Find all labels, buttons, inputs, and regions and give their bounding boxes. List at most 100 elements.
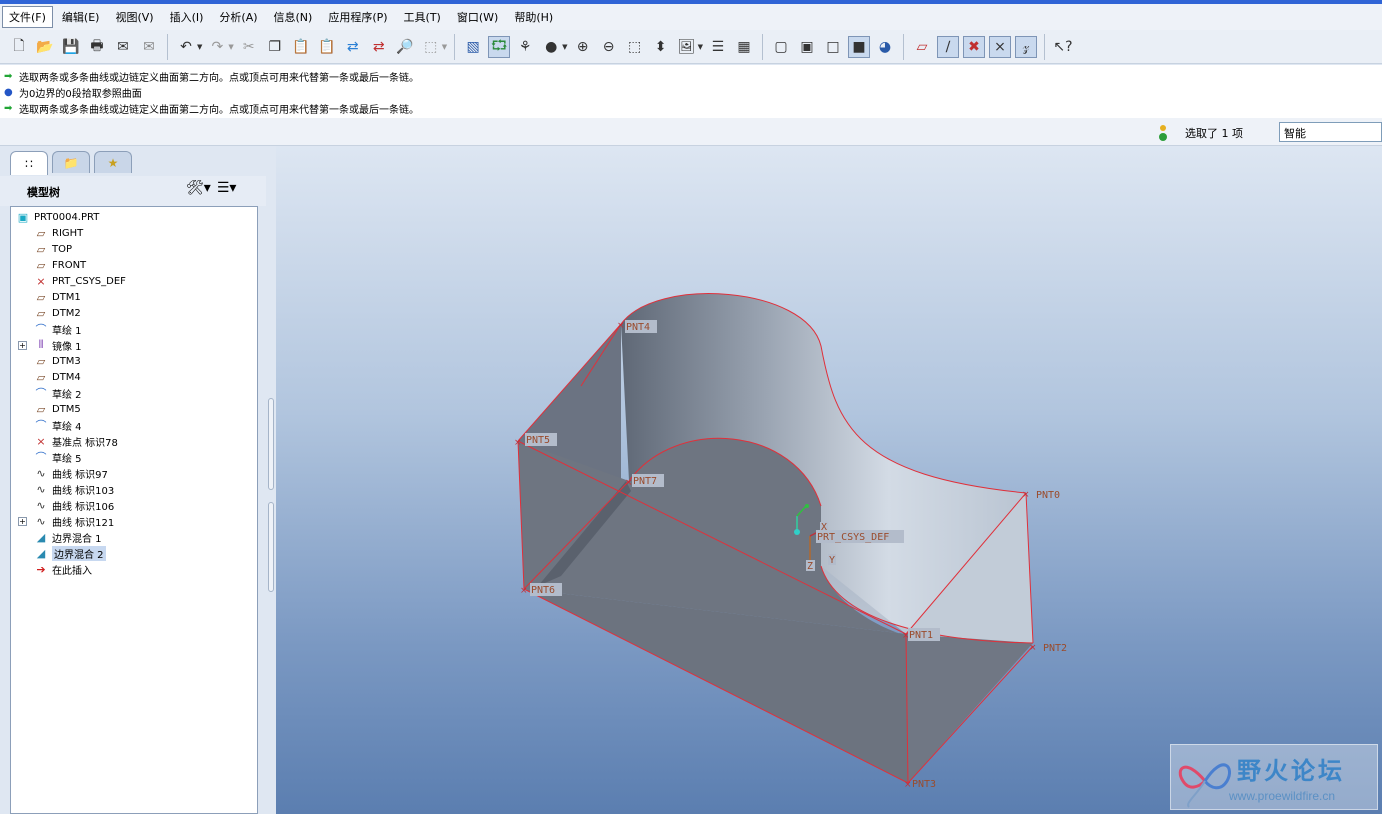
tree-item[interactable]: ▱ RIGHT	[11, 225, 257, 241]
datum-point-pnt5[interactable]: × PNT5	[514, 433, 557, 448]
tree-item[interactable]: ▱ DTM3	[11, 353, 257, 369]
paste-special-icon[interactable]: 📋	[316, 36, 338, 58]
tree-item[interactable]: × 基准点 标识78	[11, 433, 257, 449]
tab-folder-browser[interactable]: 📁	[52, 151, 90, 173]
open-folder-icon[interactable]: 📂	[34, 36, 56, 58]
tree-item[interactable]: ∿ 曲线 标识106	[11, 497, 257, 513]
tree-item[interactable]: + ∿ 曲线 标识121	[11, 513, 257, 529]
sash-handle[interactable]	[268, 502, 274, 592]
datum-point-pnt3[interactable]: × PNT3	[904, 779, 936, 790]
send-mail-icon[interactable]: ✉	[112, 36, 134, 58]
tab-model-tree[interactable]: ∷	[10, 151, 48, 175]
model-view[interactable]: X Y Z PRT_CSYS_DEF × PNT4 × PNT5 × PNT7 …	[276, 146, 1382, 814]
appearance-icon[interactable]: ●	[540, 36, 562, 58]
menu-file[interactable]: 文件(F)	[2, 6, 53, 28]
undo-dropdown-icon[interactable]: ▼	[197, 43, 202, 51]
menu-info[interactable]: 信息(N)	[267, 6, 320, 28]
tree-item[interactable]: ⨯ PRT_CSYS_DEF	[11, 273, 257, 289]
tree-item[interactable]: ▱ FRONT	[11, 257, 257, 273]
refit-icon[interactable]: ⬚	[624, 36, 646, 58]
menu-edit[interactable]: 编辑(E)	[55, 6, 107, 28]
repaint-icon[interactable]: ▧	[462, 36, 484, 58]
datum-point-pnt0[interactable]: × PNT0	[1022, 490, 1060, 501]
menu-tools[interactable]: 工具(T)	[397, 6, 448, 28]
new-file-icon[interactable]: 🗋	[8, 36, 30, 58]
tree-item[interactable]: ⌒ 草绘 2	[11, 385, 257, 401]
tree-settings-icon[interactable]: 🛠▾	[186, 180, 211, 196]
zoom-out-icon[interactable]: ⊖	[598, 36, 620, 58]
paste-icon[interactable]: 📋	[290, 36, 312, 58]
expand-toggle-icon[interactable]: +	[18, 341, 27, 350]
expand-toggle-icon[interactable]: +	[18, 517, 27, 526]
view-manager-icon[interactable]: ▦	[733, 36, 755, 58]
appearance-dropdown-icon[interactable]: ▼	[562, 43, 567, 51]
regenerate-manager-icon[interactable]: ⇄	[368, 36, 390, 58]
redo-icon[interactable]: ↷	[206, 36, 228, 58]
enhanced-realism-icon[interactable]: ◕	[874, 36, 896, 58]
print-icon[interactable]: 🖶	[86, 36, 108, 58]
point-label: PNT6	[531, 585, 555, 596]
tree-item[interactable]: ◢ 边界混合 1	[11, 529, 257, 545]
tree-item-label: 草绘 2	[52, 389, 82, 401]
menu-view[interactable]: 视图(V)	[108, 6, 160, 28]
tree-item[interactable]: ▱ DTM1	[11, 289, 257, 305]
datum-plane-icon: ▱	[36, 258, 46, 272]
menu-help[interactable]: 帮助(H)	[507, 6, 560, 28]
tree-item[interactable]: ◢ 边界混合 2	[11, 545, 257, 561]
csys-display-icon[interactable]: ⨯	[988, 35, 1011, 58]
saved-views-icon[interactable]: 🖼	[676, 36, 698, 58]
wireframe-icon[interactable]: ▢	[770, 36, 792, 58]
tree-item[interactable]: ▱ DTM5	[11, 401, 257, 417]
undo-icon[interactable]: ↶	[175, 36, 197, 58]
annotation-display-icon[interactable]: 𝓏	[1014, 35, 1037, 58]
spin-center-icon[interactable]: ⮔	[488, 35, 511, 58]
menu-analysis[interactable]: 分析(A)	[212, 6, 264, 28]
curve-icon: ∿	[36, 482, 46, 496]
tree-item[interactable]: ⌒ 草绘 1	[11, 321, 257, 337]
tree-item[interactable]: ⌒ 草绘 4	[11, 417, 257, 433]
context-help-icon[interactable]: ↖?	[1052, 36, 1074, 58]
graphics-window[interactable]: X Y Z PRT_CSYS_DEF × PNT4 × PNT5 × PNT7 …	[276, 146, 1382, 814]
tree-item[interactable]: ⌒ 草绘 5	[11, 449, 257, 465]
saved-views-dropdown-icon[interactable]: ▼	[698, 43, 703, 51]
selection-filter-select[interactable]: 智能	[1279, 122, 1382, 142]
redo-dropdown-icon[interactable]: ▼	[228, 43, 233, 51]
tree-item[interactable]: ∿ 曲线 标识103	[11, 481, 257, 497]
tree-item[interactable]: ▱ TOP	[11, 241, 257, 257]
menu-insert[interactable]: 插入(I)	[163, 6, 211, 28]
prompt-arrow-icon: ➡	[4, 70, 13, 82]
panel-sash[interactable]	[266, 146, 276, 814]
select-dropdown-icon[interactable]: ▼	[442, 43, 447, 51]
tree-item[interactable]: ▱ DTM2	[11, 305, 257, 321]
menu-window[interactable]: 窗口(W)	[450, 6, 505, 28]
cut-icon[interactable]: ✂	[238, 36, 260, 58]
tree-item[interactable]: + ⫴ 镜像 1	[11, 337, 257, 353]
tree-item[interactable]: ➔ 在此插入	[11, 561, 257, 577]
select-box-icon[interactable]: ⬚	[420, 36, 442, 58]
tree-item[interactable]: ▣ PRT0004.PRT	[11, 209, 257, 225]
copy-icon[interactable]: ❐	[264, 36, 286, 58]
save-icon[interactable]: 💾	[60, 36, 82, 58]
layers-icon[interactable]: ☰	[707, 36, 729, 58]
front-right-surface[interactable]	[906, 634, 1033, 783]
navigator-panel: ∷ 📁 ★ 模型树 🛠▾ ☰▾ ▣ PRT0004.PRT ▱ RIGHT ▱ TOP ▱ F…	[0, 146, 266, 814]
tree-item[interactable]: ▱ DTM4	[11, 369, 257, 385]
datum-axes-display-icon[interactable]: ∕	[936, 35, 959, 58]
shading-icon[interactable]: ■	[847, 35, 870, 58]
zoom-in-icon[interactable]: ⊕	[572, 36, 594, 58]
tree-show-icon[interactable]: ☰▾	[217, 180, 237, 196]
sash-handle[interactable]	[268, 398, 274, 490]
regenerate-icon[interactable]: ⇄	[342, 36, 364, 58]
orient-mode-icon[interactable]: ⚘	[514, 36, 536, 58]
datum-point-pnt2[interactable]: × PNT2	[1029, 643, 1067, 654]
hidden-line-icon[interactable]: ▣	[796, 36, 818, 58]
datum-points-display-icon[interactable]: ✖	[962, 35, 985, 58]
menu-applications[interactable]: 应用程序(P)	[321, 6, 394, 28]
no-hidden-icon[interactable]: □	[822, 36, 844, 58]
tab-favorites[interactable]: ★	[94, 151, 132, 173]
tree-item[interactable]: ∿ 曲线 标识97	[11, 465, 257, 481]
find-icon[interactable]: 🔎	[394, 36, 416, 58]
reorient-icon[interactable]: ⬍	[650, 36, 672, 58]
send-link-icon[interactable]: ✉	[138, 36, 160, 58]
datum-planes-display-icon[interactable]: ▱	[911, 36, 933, 58]
